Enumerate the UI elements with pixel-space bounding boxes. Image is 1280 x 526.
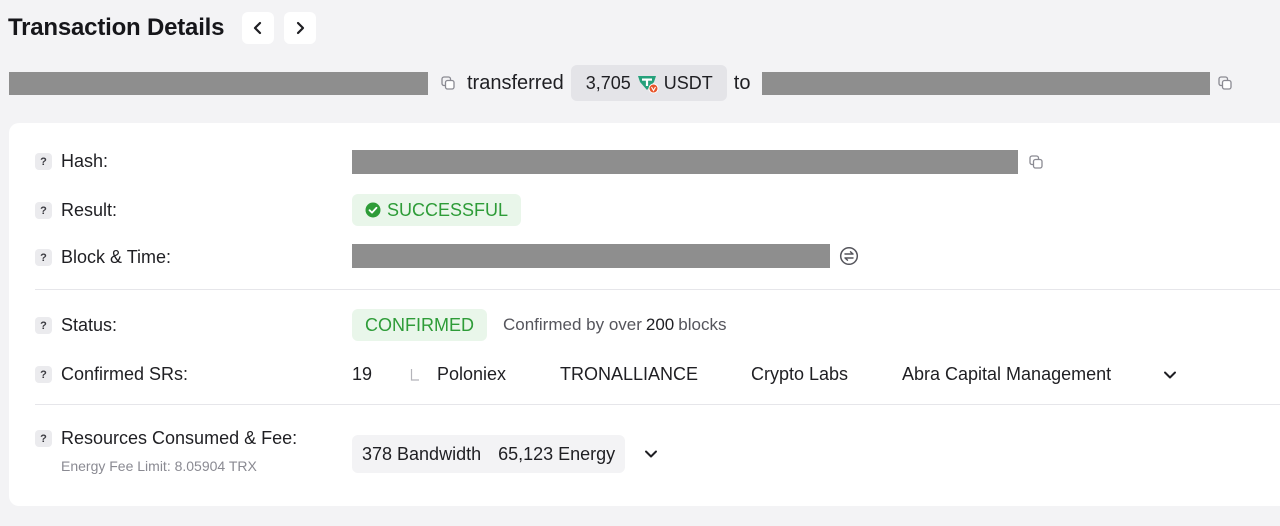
token-symbol: USDT [663,72,713,93]
confirmation-block-count: 200 [645,315,675,334]
chevron-right-icon [297,21,305,35]
confirmed-srs-count: 19 [352,364,373,384]
amount-chip[interactable]: 3,705 USDT [570,65,727,101]
transferred-text: transferred [467,71,564,94]
confirmed-srs-label: Confirmed SRs: [61,364,189,384]
previous-transaction-button[interactable] [242,12,275,44]
help-icon[interactable]: ? [35,366,52,383]
result-label: Result: [61,200,118,220]
confirmation-note-prefix: Confirmed by over [503,315,642,334]
from-address-redacted[interactable] [9,71,428,95]
hash-value [352,150,1043,174]
copy-icon[interactable] [1218,76,1233,90]
tree-branch-icon [410,368,420,387]
resources-chip[interactable]: 378 Bandwidth 65,123 Energy [352,435,626,473]
result-row: ? Result: SUCCESSFUL [9,194,1269,226]
confirmation-note-suffix: blocks [678,315,727,334]
copy-icon[interactable] [1029,155,1043,169]
next-transaction-button[interactable] [284,12,317,44]
time-format-toggle-icon[interactable] [839,246,859,266]
block-time-label: Block & Time: [61,247,172,267]
to-address-redacted[interactable] [762,71,1211,95]
expand-srs-chevron-down-icon[interactable] [1163,368,1177,386]
energy-fee-limit: Energy Fee Limit: 8.05904 TRX [61,458,257,474]
help-icon[interactable]: ? [35,430,52,447]
hash-label: Hash: [61,151,109,171]
status-label: Status: [61,315,118,335]
block-time-redacted[interactable] [352,244,830,268]
usdt-token-icon [636,71,660,95]
confirmed-badge: CONFIRMED [352,309,487,341]
section-divider [35,404,1280,405]
bandwidth-value: 378 Bandwidth [362,443,482,464]
check-circle-icon [365,202,381,218]
section-divider [35,289,1280,290]
help-icon[interactable]: ? [35,317,52,334]
sr-name[interactable]: Crypto Labs [751,364,848,385]
confirmed-srs-row: ? Confirmed SRs: 19 Poloniex TRONALLIANC… [9,361,1269,387]
block-time-row: ? Block & Time: [9,243,1269,269]
transaction-details-card: ? Hash: ? Result: SUCCESSFUL ? Block & T… [9,123,1280,506]
help-icon[interactable]: ? [35,153,52,170]
copy-icon[interactable] [441,76,455,90]
resources-label: Resources Consumed & Fee: [61,428,298,448]
sr-name[interactable]: TRONALLIANCE [560,364,698,385]
hash-redacted[interactable] [352,150,1018,174]
energy-value: 65,123 Energy [498,443,616,464]
chevron-left-icon [254,21,262,35]
resources-row: ? Resources Consumed & Fee: Energy Fee L… [9,425,1269,481]
sr-name[interactable]: Abra Capital Management [902,364,1111,385]
transfer-amount: 3,705 [585,72,631,93]
help-icon[interactable]: ? [35,249,52,266]
status-row: ? Status: CONFIRMED Confirmed by over 20… [9,309,1269,341]
hash-row: ? Hash: [9,149,1269,175]
page-title: Transaction Details [8,14,225,41]
result-status-text: SUCCESSFUL [387,199,509,220]
page-header: Transaction Details [8,12,317,44]
help-icon[interactable]: ? [35,202,52,219]
expand-resources-chevron-down-icon[interactable] [644,448,658,460]
result-status-badge: SUCCESSFUL [352,194,522,226]
to-text: to [733,71,751,94]
sr-name[interactable]: Poloniex [437,364,506,385]
transfer-summary: transferred 3,705 USDT to [9,64,1233,102]
